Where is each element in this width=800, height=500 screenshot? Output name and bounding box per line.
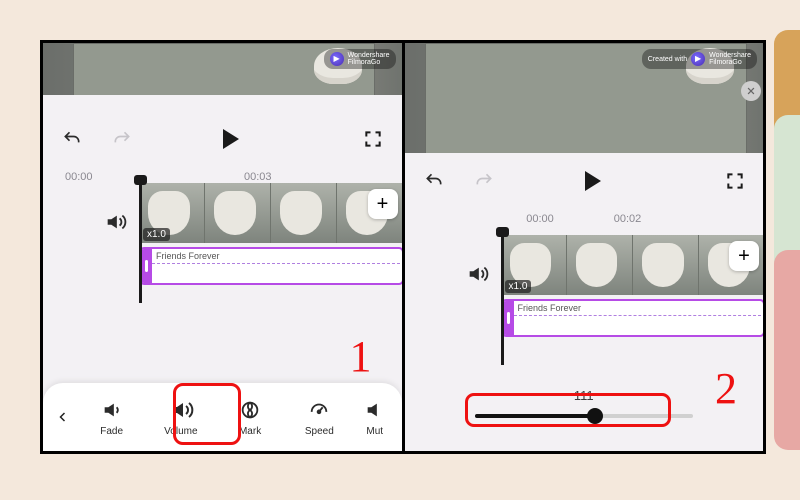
close-button[interactable] — [741, 81, 761, 101]
video-preview: ▶ Wondershare FilmoraGo — [43, 43, 402, 95]
audio-toolbar: Fade Volume Mark — [43, 383, 402, 451]
mute-icon — [363, 398, 387, 422]
watermark-brand1: Wondershare — [709, 52, 751, 59]
speed-icon — [307, 398, 331, 422]
audio-clip-title: Friends Forever — [514, 301, 586, 315]
toolbar-mark-label: Mark — [239, 426, 261, 437]
step-number-2: 2 — [715, 367, 737, 411]
close-icon — [746, 86, 756, 96]
fade-icon — [100, 398, 124, 422]
toolbar-mute[interactable]: Mut — [354, 398, 396, 437]
time-end: 00:02 — [614, 213, 642, 225]
redo-icon — [473, 171, 495, 191]
video-preview: Created with ▶ Wondershare FilmoraGo — [405, 43, 764, 153]
toolbar-speed-label: Speed — [305, 426, 334, 437]
undo-button[interactable] — [61, 129, 83, 149]
watermark-brand2: FilmoraGo — [348, 59, 381, 66]
timeline-playhead[interactable] — [139, 183, 142, 303]
volume-value: 111 — [475, 388, 694, 403]
toolbar-fade-label: Fade — [100, 426, 123, 437]
fullscreen-button[interactable] — [363, 129, 383, 149]
audio-waveform-line — [514, 315, 762, 316]
tutorial-frame: ▶ Wondershare FilmoraGo 00:00 00:03 — [40, 40, 766, 454]
time-end: 00:03 — [244, 171, 272, 183]
toolbar-volume[interactable]: Volume — [146, 398, 215, 437]
add-clip-button[interactable]: + — [368, 189, 398, 219]
audio-clip-handle[interactable] — [503, 301, 514, 335]
fullscreen-icon — [725, 171, 745, 191]
volume-icon — [168, 398, 194, 422]
audio-clip[interactable]: Friends Forever — [139, 247, 402, 285]
clip-rate-badge: x1.0 — [143, 228, 170, 241]
volume-slider[interactable] — [475, 409, 694, 421]
audio-waveform-line — [152, 263, 400, 264]
undo-button[interactable] — [423, 171, 445, 191]
undo-icon — [423, 171, 445, 191]
toolbar-speed[interactable]: Speed — [285, 398, 354, 437]
volume-control: 111 — [475, 388, 694, 421]
watermark-created: Created with — [648, 56, 687, 63]
play-button[interactable] — [223, 129, 239, 149]
sound-icon — [465, 263, 489, 285]
slider-fill — [475, 414, 595, 418]
timecodes: 00:00 00:02 — [405, 213, 764, 225]
watermark-brand1: Wondershare — [348, 52, 390, 59]
toolbar-back-button[interactable] — [49, 408, 77, 426]
timeline-clip-area[interactable]: + x1.0 Friends Forever — [139, 183, 402, 285]
audio-clip-handle[interactable] — [141, 249, 152, 283]
time-start: 00:00 — [526, 213, 554, 225]
audio-clip-title: Friends Forever — [152, 249, 224, 263]
filmora-logo-icon: ▶ — [330, 52, 344, 66]
undo-icon — [61, 129, 83, 149]
timecodes: 00:00 00:03 — [43, 171, 402, 183]
decor-ribbon-3 — [774, 250, 800, 450]
step-number-1: 1 — [350, 335, 372, 379]
timeline-playhead[interactable] — [501, 235, 504, 365]
toolbar-mark[interactable]: Mark — [215, 398, 284, 437]
filmora-logo-icon: ▶ — [691, 52, 705, 66]
redo-icon — [111, 129, 133, 149]
add-clip-button[interactable]: + — [729, 241, 759, 271]
video-clip-thumbs[interactable]: + x1.0 — [501, 235, 764, 295]
panel-step-2: Created with ▶ Wondershare FilmoraGo — [402, 43, 764, 451]
play-button[interactable] — [585, 171, 601, 191]
mark-icon — [238, 398, 262, 422]
toolbar-mute-label: Mut — [366, 426, 383, 437]
panel-step-1: ▶ Wondershare FilmoraGo 00:00 00:03 — [43, 43, 402, 451]
track-sound-button[interactable] — [465, 263, 489, 285]
slider-knob[interactable] — [587, 408, 603, 424]
playback-controls — [43, 129, 402, 149]
redo-button[interactable] — [473, 171, 495, 191]
audio-clip[interactable]: Friends Forever — [501, 299, 764, 337]
chevron-left-icon — [57, 408, 69, 426]
time-start: 00:00 — [65, 171, 93, 183]
app-watermark: ▶ Wondershare FilmoraGo — [324, 49, 396, 69]
video-clip-thumbs[interactable]: + x1.0 — [139, 183, 402, 243]
track-sound-button[interactable] — [103, 211, 127, 233]
toolbar-volume-label: Volume — [164, 426, 197, 437]
playback-controls — [405, 171, 764, 191]
sound-icon — [103, 211, 127, 233]
toolbar-fade[interactable]: Fade — [77, 398, 146, 437]
fullscreen-button[interactable] — [725, 171, 745, 191]
redo-button[interactable] — [111, 129, 133, 149]
timeline-clip-area[interactable]: + x1.0 Friends Forever — [501, 235, 764, 337]
watermark-brand2: FilmoraGo — [709, 59, 742, 66]
fullscreen-icon — [363, 129, 383, 149]
clip-rate-badge: x1.0 — [505, 280, 532, 293]
app-watermark: Created with ▶ Wondershare FilmoraGo — [642, 49, 757, 69]
